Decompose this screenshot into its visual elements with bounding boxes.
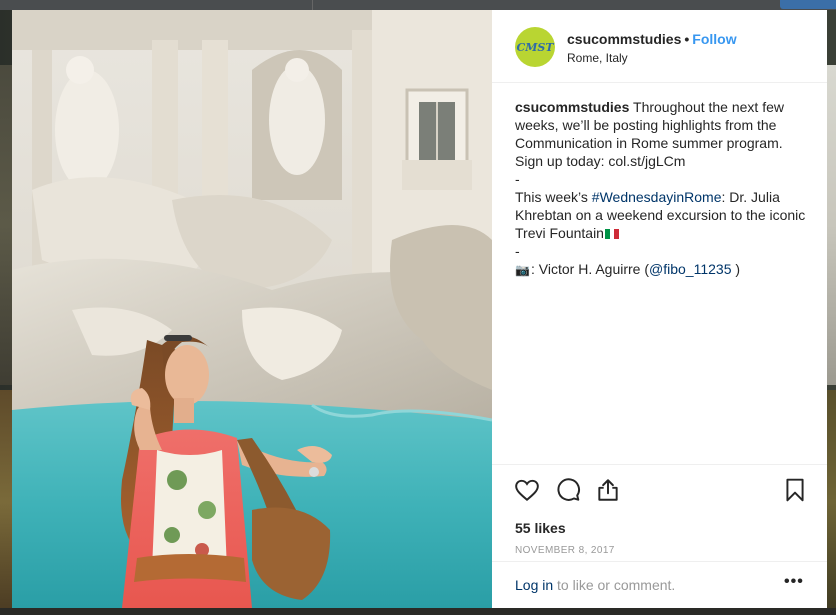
trevi-fountain-photo [12,10,492,608]
caption-dash: - [515,171,520,187]
post-header: CMST csucommstudies • Follow Rome, Italy [492,10,827,83]
heart-icon[interactable] [514,477,540,503]
avatar[interactable]: CMST [515,27,555,67]
caption-prefix: This week’s [515,189,592,205]
location-link[interactable]: Rome, Italy [567,51,628,65]
post-footer: Log in to like or comment. ••• [492,561,827,609]
login-link[interactable]: Log in [515,577,553,593]
post-caption: csucommstudies Throughout the next few w… [515,98,810,279]
italy-flag-icon [604,225,619,239]
background-bottom-strip [0,608,836,615]
caption-username[interactable]: csucommstudies [515,99,629,115]
camera-icon: 📷 [515,263,530,277]
background-thumbnail [0,390,12,615]
credit-suffix: ) [731,261,741,277]
login-prompt: Log in to like or comment. [515,577,675,593]
header-username-row: csucommstudies • Follow [567,31,737,47]
likes-count[interactable]: 55 likes [515,520,566,536]
more-options-icon[interactable]: ••• [784,573,804,591]
background-login-button [780,0,836,9]
flag-stripe [614,229,619,239]
post-actions: 55 likes NOVEMBER 8, 2017 [492,464,827,563]
follow-button[interactable]: Follow [692,31,736,47]
post-sidebar: CMST csucommstudies • Follow Rome, Italy c… [492,10,827,608]
credit-prefix: : Victor H. Aguirre ( [531,261,650,277]
caption-dash-2: - [515,243,520,259]
background-thumbnail [827,65,836,385]
post-photo[interactable] [12,10,492,608]
background-thumbnail [827,390,836,615]
mention-link[interactable]: @fibo_11235 [649,261,731,277]
bookmark-icon[interactable] [782,477,808,503]
comment-icon[interactable] [555,477,581,503]
header-username[interactable]: csucommstudies [567,31,681,47]
background-thumbnail [0,65,12,385]
login-prompt-text: to like or comment. [553,577,676,593]
background-top-bar [0,0,836,10]
hashtag-link[interactable]: #WednesdayinRome [592,189,722,205]
header-separator: • [684,31,690,47]
post-modal: CMST csucommstudies • Follow Rome, Italy c… [12,10,827,608]
avatar-text: CMST [516,40,554,54]
share-icon[interactable] [595,477,621,503]
post-date: NOVEMBER 8, 2017 [515,545,615,556]
background-divider [312,0,313,10]
